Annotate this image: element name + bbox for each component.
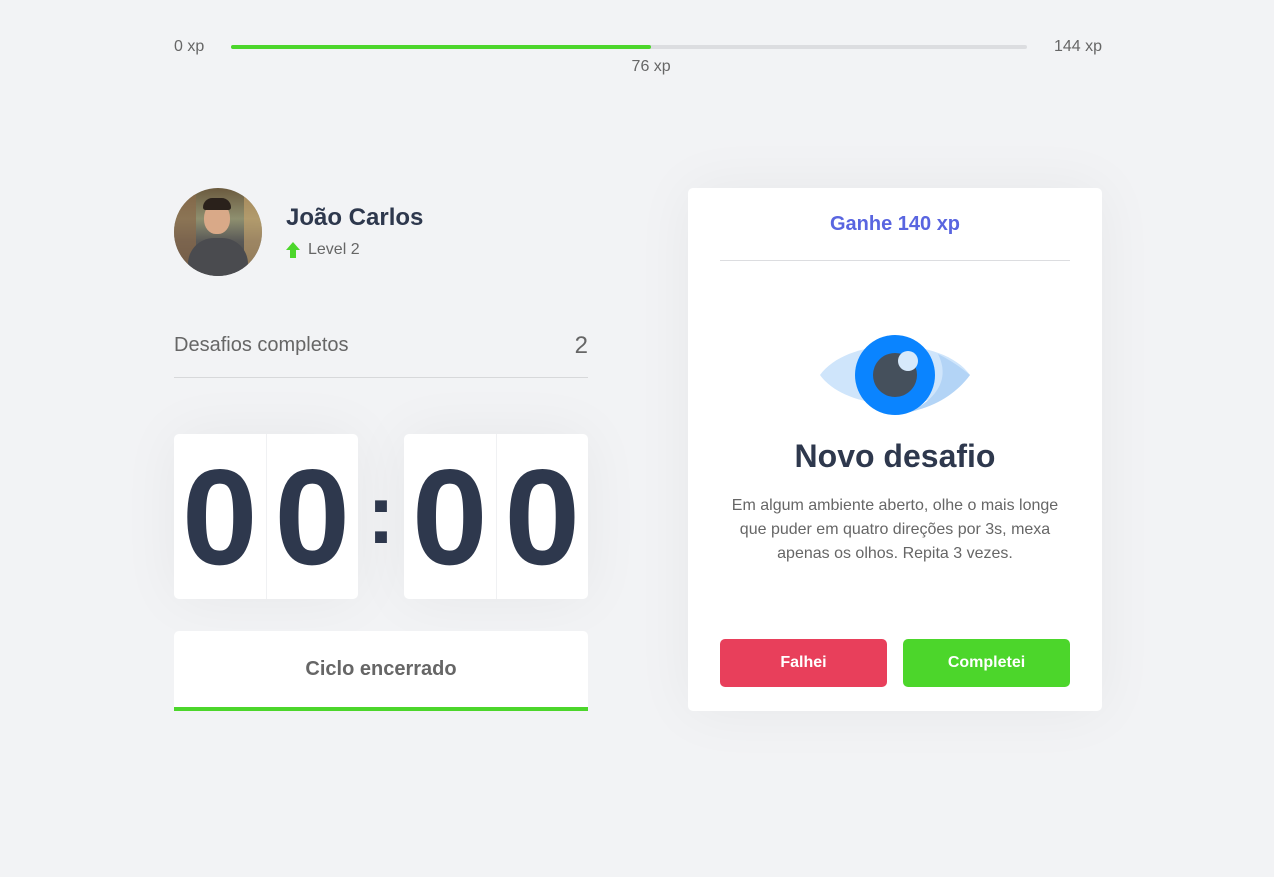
xp-progress-fill <box>231 45 652 49</box>
failed-button[interactable]: Falhei <box>720 639 887 687</box>
challenge-description: Em algum ambiente aberto, olhe o mais lo… <box>731 497 1059 562</box>
challenge-reward: Ganhe 140 xp <box>720 188 1070 261</box>
second-digit-right: 0 <box>495 434 589 599</box>
minute-digit-right: 0 <box>265 434 359 599</box>
completed-button[interactable]: Completei <box>903 639 1070 687</box>
user-name: João Carlos <box>286 204 424 231</box>
countdown-separator: : <box>367 466 395 561</box>
completed-challenges-count: 2 <box>574 332 588 359</box>
countdown: 0 0 : 0 0 <box>174 434 588 599</box>
xp-min-label: 0 xp <box>174 38 205 55</box>
countdown-minutes: 0 0 <box>174 434 358 599</box>
level-label: Level 2 <box>308 241 360 258</box>
xp-progress-bar <box>231 45 1027 49</box>
xp-max-label: 144 xp <box>1053 38 1102 55</box>
countdown-seconds: 0 0 <box>404 434 588 599</box>
second-digit-left: 0 <box>411 440 488 593</box>
eye-icon <box>820 335 970 415</box>
avatar <box>174 188 262 276</box>
level-indicator: Level 2 <box>286 241 360 259</box>
minute-digit-left: 0 <box>181 440 258 593</box>
cycle-ended-button[interactable]: Ciclo encerrado <box>174 631 588 711</box>
challenge-title: Novo desafio <box>794 438 996 474</box>
completed-challenges-label: Desafios completos <box>174 334 349 356</box>
xp-current-label: 76 xp <box>631 58 671 75</box>
completed-challenges: Desafios completos 2 <box>174 332 588 378</box>
challenge-card: Ganhe 140 xp Novo desafio Em algum ambie… <box>688 188 1102 711</box>
arrow-up-icon <box>286 242 300 258</box>
